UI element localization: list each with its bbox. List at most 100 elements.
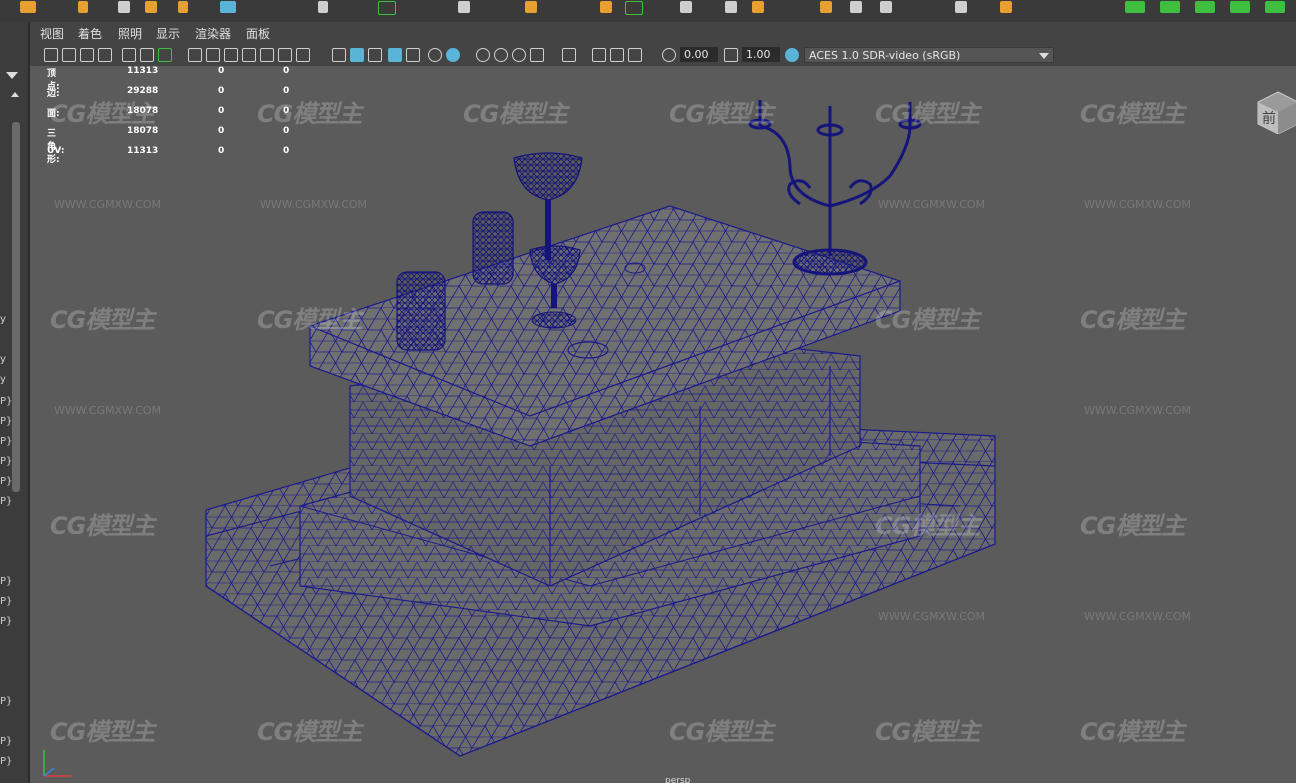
watermark-url: WWW.CGMXW.COM [54, 404, 162, 417]
grid-icon[interactable] [188, 48, 202, 62]
resolution-gate-icon[interactable] [224, 48, 238, 62]
colorspace-label: ACES 1.0 SDR-video (sRGB) [809, 49, 961, 62]
camera-icon[interactable] [44, 48, 58, 62]
shelf-icon[interactable] [78, 1, 88, 13]
watermark-logo: CG模型主 [875, 718, 980, 746]
wireframe-icon[interactable] [332, 48, 346, 62]
select-camera-icon[interactable] [122, 48, 136, 62]
collapse-arrow-icon[interactable] [6, 72, 18, 79]
colorspace-icon[interactable] [785, 48, 799, 62]
colorspace-dropdown[interactable]: ACES 1.0 SDR-video (sRGB) [804, 47, 1054, 63]
bookmark-icon[interactable] [80, 48, 94, 62]
shelf-icon[interactable] [1195, 1, 1215, 13]
exposure-field[interactable]: 0.00 [680, 47, 718, 62]
outliner-item-text[interactable]: y [0, 314, 6, 325]
watermark-url: WWW.CGMXW.COM [260, 198, 368, 211]
gate-mask-icon[interactable] [242, 48, 256, 62]
viewcube[interactable]: 前 [1256, 90, 1296, 135]
shelf-icon[interactable] [752, 1, 764, 13]
wireframe-on-shaded-icon[interactable] [388, 48, 402, 62]
gamma-field[interactable]: 1.00 [742, 47, 780, 62]
outliner-item-text[interactable]: y [0, 374, 6, 385]
menu-renderer[interactable]: 渲染器 [195, 25, 231, 42]
watermark-logo: CG模型主 [257, 718, 362, 746]
safe-action-icon[interactable] [278, 48, 292, 62]
safe-title-icon[interactable] [296, 48, 310, 62]
image-plane-icon[interactable] [98, 48, 112, 62]
shelf-icon[interactable] [20, 1, 36, 13]
watermark-url: WWW.CGMXW.COM [54, 198, 162, 211]
outliner-item-text[interactable]: P} [0, 696, 12, 707]
xray-active-icon[interactable] [610, 48, 624, 62]
outliner-item-text[interactable]: P} [0, 456, 12, 467]
shelf-icon[interactable] [955, 1, 967, 13]
shelf-icon[interactable] [1000, 1, 1012, 13]
outliner-item-text[interactable]: P} [0, 416, 12, 427]
menu-view[interactable]: 视图 [40, 25, 64, 42]
shelf-icon[interactable] [625, 1, 643, 15]
gamma-icon[interactable] [724, 48, 738, 62]
watermark-logo: CG模型主 [50, 306, 155, 334]
xray-icon[interactable] [406, 48, 420, 62]
shelf-icon[interactable] [145, 1, 157, 13]
outliner-panel: y y y P} P} P} P} P} P} P} P} P} P} P} P… [0, 22, 30, 783]
menu-show[interactable]: 显示 [156, 25, 180, 42]
watermark-logo: CG模型主 [257, 306, 362, 334]
shelf-icon[interactable] [178, 1, 188, 13]
shelf-icon[interactable] [458, 1, 470, 13]
shaded-icon[interactable] [350, 48, 364, 62]
outliner-item-text[interactable]: P} [0, 756, 12, 767]
menu-shading[interactable]: 着色 [78, 25, 102, 42]
anti-alias-icon[interactable] [512, 48, 526, 62]
shelf-icon[interactable] [680, 1, 692, 13]
film-gate-icon[interactable] [206, 48, 220, 62]
outliner-scrollbar[interactable] [12, 122, 20, 492]
shelf-icon[interactable] [820, 1, 832, 13]
3d-viewport[interactable]: 顶点: 11313 0 0 边: 29288 0 0 面: 18078 0 0 … [30, 66, 1296, 783]
shelf-icon[interactable] [378, 1, 396, 15]
outliner-item-text[interactable]: P} [0, 616, 12, 627]
shelf-icon[interactable] [525, 1, 537, 13]
field-chart-icon[interactable] [260, 48, 274, 62]
scroll-up-icon[interactable] [11, 92, 19, 97]
shadows-icon[interactable] [446, 48, 460, 62]
shelf-icon[interactable] [318, 1, 328, 13]
shelf-icon[interactable] [220, 1, 236, 13]
shelf-icon[interactable] [1265, 1, 1285, 13]
shelf-icon[interactable] [880, 1, 892, 13]
shelf-icon[interactable] [1160, 1, 1180, 13]
default-material-icon[interactable] [368, 48, 382, 62]
shelf-icon[interactable] [850, 1, 862, 13]
watermark-logo: CG模型主 [50, 512, 155, 540]
shelf-icon[interactable] [600, 1, 612, 13]
menu-panels[interactable]: 面板 [246, 25, 270, 42]
shelf-icon[interactable] [1230, 1, 1250, 13]
outliner-item-text[interactable]: P} [0, 596, 12, 607]
outliner-item-text[interactable]: P} [0, 436, 12, 447]
outliner-item-text[interactable]: P} [0, 576, 12, 587]
outliner-item-text[interactable]: P} [0, 396, 12, 407]
shelf-icon[interactable] [118, 1, 130, 13]
watermark-logo: CG模型主 [669, 100, 774, 128]
grease-pencil-icon[interactable] [158, 48, 172, 62]
motion-blur-icon[interactable] [494, 48, 508, 62]
shelf-icon[interactable] [1125, 1, 1145, 13]
menu-lighting[interactable]: 照明 [118, 25, 142, 42]
camera-attributes-icon[interactable] [62, 48, 76, 62]
outliner-item-text[interactable]: y [0, 354, 6, 365]
exposure-icon[interactable] [662, 48, 676, 62]
light-icon[interactable] [428, 48, 442, 62]
watermark-logo: CG模型主 [875, 512, 980, 540]
xray-joints-icon[interactable] [592, 48, 606, 62]
depth-of-field-icon[interactable] [530, 48, 544, 62]
screen-space-ao-icon[interactable] [476, 48, 490, 62]
outliner-item-text[interactable]: P} [0, 496, 12, 507]
outliner-item-text[interactable]: P} [0, 476, 12, 487]
fit-view-icon[interactable] [628, 48, 642, 62]
isolate-icon[interactable] [562, 48, 576, 62]
chevron-down-icon [1039, 53, 1049, 59]
outliner-item-text[interactable]: P} [0, 736, 12, 747]
pan-zoom-icon[interactable] [140, 48, 154, 62]
altar-model-wireframe[interactable] [30, 66, 1296, 783]
shelf-icon[interactable] [725, 1, 737, 13]
